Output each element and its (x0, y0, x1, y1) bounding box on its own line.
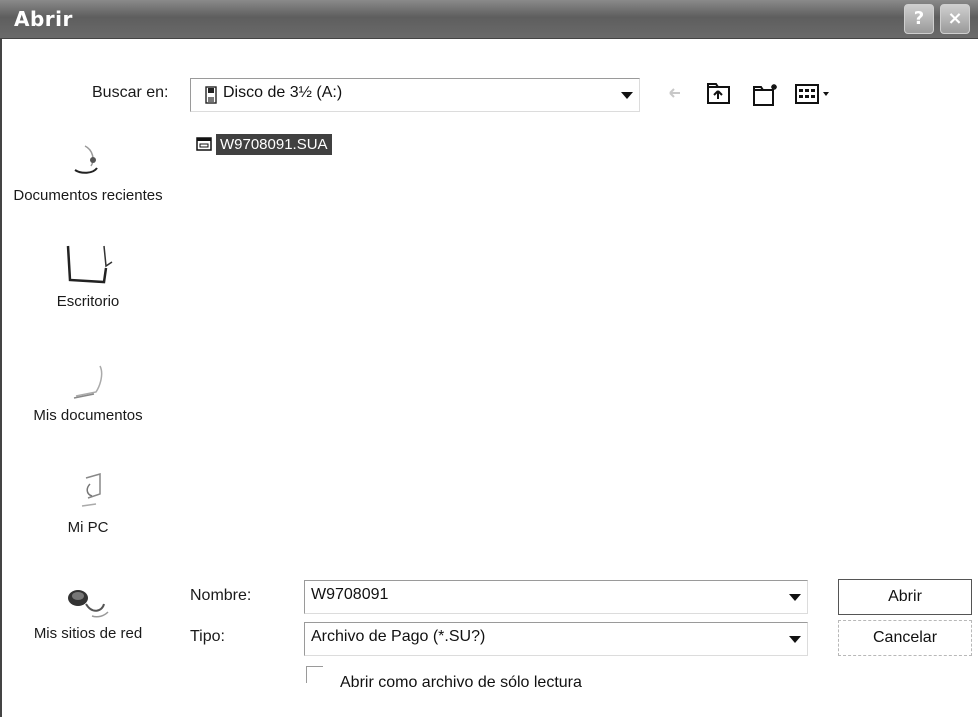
help-button[interactable]: ? (904, 4, 934, 34)
places-desktop[interactable]: Escritorio (0, 240, 176, 312)
places-my-computer[interactable]: Mi PC (0, 468, 176, 538)
look-in-value: Disco de 3½ (A:) (223, 84, 343, 101)
desktop-icon (66, 245, 113, 284)
places-label: Documentos recientes (13, 187, 163, 204)
look-in-label: Buscar en: (92, 84, 169, 101)
up-folder-icon[interactable] (706, 82, 732, 106)
back-arrow-icon[interactable] (664, 82, 686, 104)
chevron-down-icon[interactable] (789, 594, 801, 601)
file-list[interactable]: W9708091.SUA (186, 128, 976, 556)
open-file-dialog: Abrir ? × Buscar en: Disco de 3½ (A:) W9… (0, 0, 978, 717)
cancel-button[interactable]: Cancelar (838, 620, 972, 656)
filetype-label: Tipo: (190, 628, 225, 645)
filetype-select[interactable]: Archivo de Pago (*.SU?) (304, 622, 808, 656)
places-label: Mi PC (67, 519, 109, 536)
look-in-dropdown[interactable]: Disco de 3½ (A:) (190, 78, 640, 112)
view-menu-icon[interactable] (794, 82, 834, 106)
chevron-down-icon[interactable] (621, 92, 633, 99)
title-bar[interactable]: Abrir ? × (0, 0, 978, 39)
my-documents-icon (73, 365, 103, 399)
my-computer-icon (81, 473, 101, 507)
dialog-title: Abrir (14, 7, 73, 31)
help-icon: ? (913, 8, 925, 29)
places-label: Escritorio (56, 293, 120, 310)
places-network[interactable]: Mis sitios de red (0, 574, 176, 644)
places-label: Mis sitios de red (33, 625, 143, 642)
file-icon (196, 137, 212, 151)
filename-combobox[interactable]: W9708091 (304, 580, 808, 614)
chevron-down-icon[interactable] (789, 636, 801, 643)
places-recent-documents[interactable]: Documentos recientes (0, 140, 176, 206)
open-button[interactable]: Abrir (838, 579, 972, 615)
readonly-checkbox[interactable] (306, 666, 323, 683)
readonly-label[interactable]: Abrir como archivo de sólo lectura (340, 674, 582, 692)
new-folder-icon[interactable] (752, 82, 780, 108)
filename-label: Nombre: (190, 587, 252, 604)
file-name[interactable]: W9708091.SUA (216, 134, 332, 155)
filetype-value: Archivo de Pago (*.SU?) (311, 628, 486, 645)
places-my-documents[interactable]: Mis documentos (0, 362, 176, 426)
close-button[interactable]: × (940, 4, 970, 34)
network-places-icon (68, 590, 109, 618)
floppy-drive-icon (205, 86, 217, 104)
recent-documents-icon (74, 145, 98, 174)
places-label: Mis documentos (33, 407, 143, 424)
filename-value[interactable]: W9708091 (311, 586, 388, 604)
close-icon: × (947, 8, 963, 29)
